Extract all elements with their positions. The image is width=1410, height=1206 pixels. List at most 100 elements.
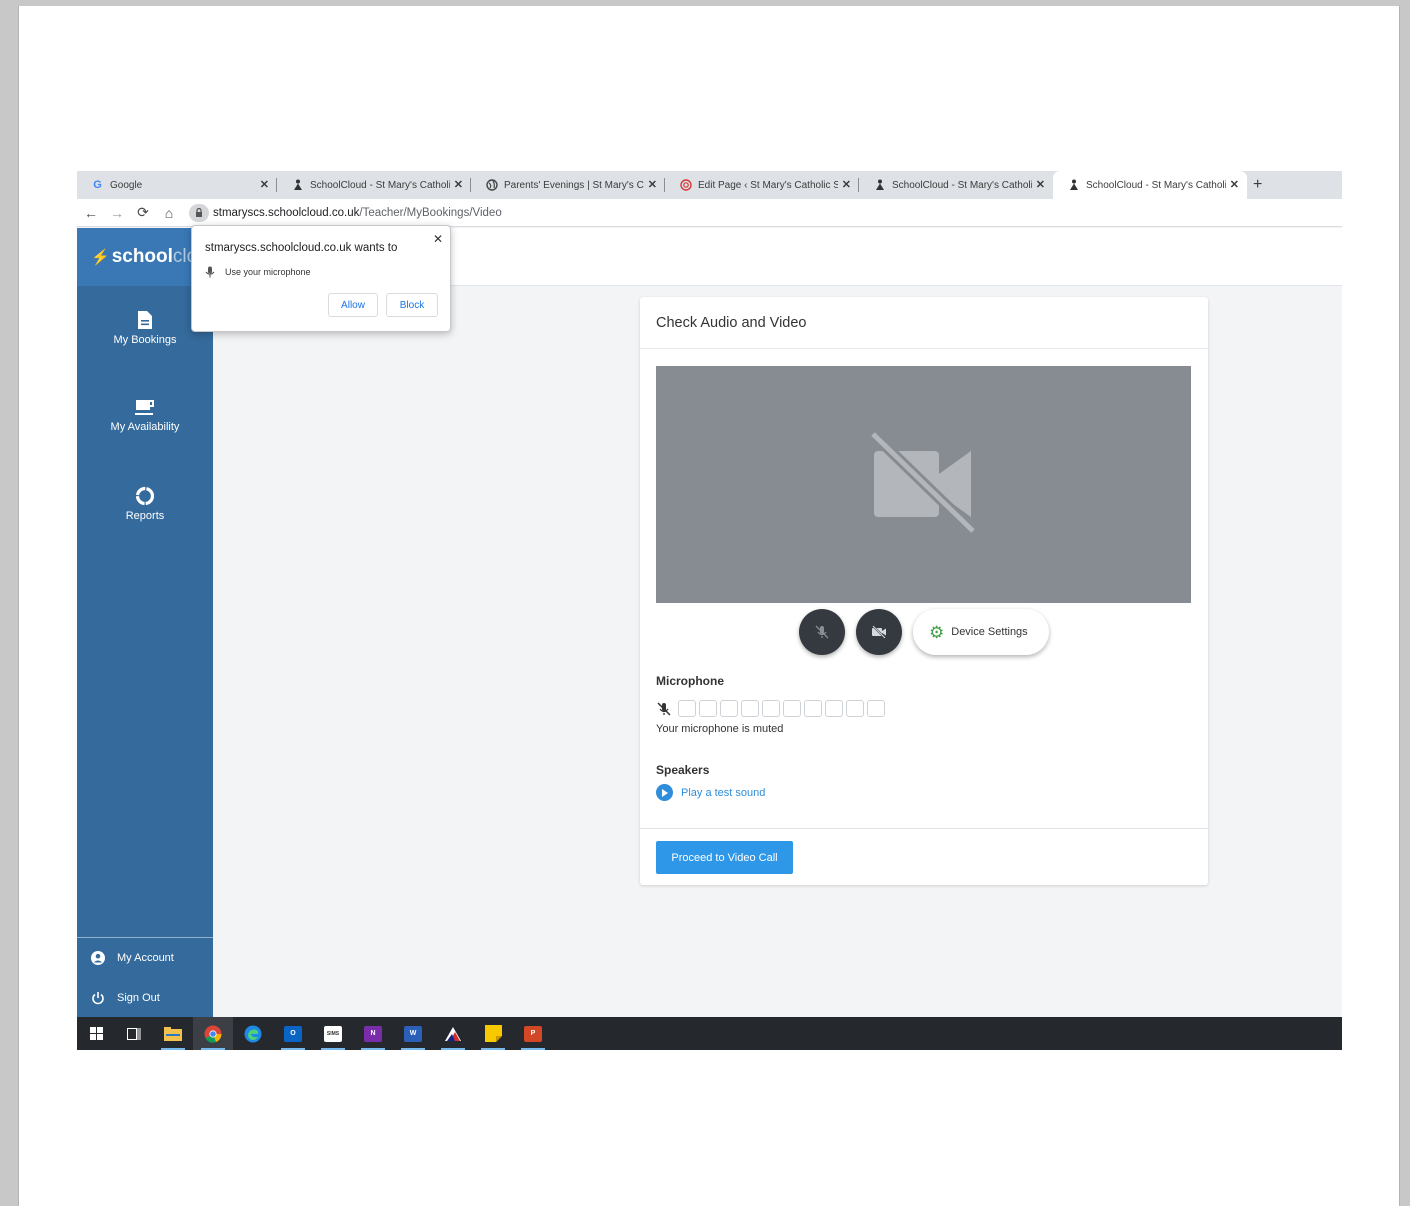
card-title: Check Audio and Video: [656, 315, 807, 331]
reload-icon[interactable]: ⟳: [131, 204, 155, 221]
start-icon[interactable]: [77, 1017, 115, 1050]
lock-icon[interactable]: [189, 203, 209, 222]
video-preview: [656, 366, 1191, 603]
globe-icon: [485, 179, 498, 192]
close-icon[interactable]: ✕: [433, 232, 443, 246]
microphone-icon: [205, 266, 215, 278]
tab-parents-evenings[interactable]: Parents' Evenings | St Mary's Cath ✕: [471, 171, 665, 199]
sign-out-link[interactable]: Sign Out: [77, 978, 213, 1018]
tab-schoolcloud-2[interactable]: SchoolCloud - St Mary's Catholic ✕: [859, 171, 1053, 199]
tab-strip: G Google ✕ SchoolCloud - St Mary's Catho…: [77, 171, 1342, 199]
play-test-sound-link[interactable]: Play a test sound: [656, 784, 765, 801]
google-icon: G: [93, 179, 102, 191]
tab-title: Parents' Evenings | St Mary's Cath: [504, 179, 644, 191]
edge-icon[interactable]: [233, 1017, 273, 1050]
sidebar-item-reports[interactable]: Reports: [77, 486, 213, 522]
microphone-permission-popup: stmaryscs.schoolcloud.co.uk wants to ✕ U…: [191, 225, 451, 332]
chrome-icon[interactable]: [193, 1017, 233, 1050]
level-box: [825, 700, 843, 717]
donut-chart-icon: [135, 486, 155, 506]
level-box: [867, 700, 885, 717]
sidebar-item-label: My Availability: [110, 421, 180, 433]
device-settings-button[interactable]: ⚙ Device Settings: [913, 609, 1049, 655]
onenote-icon[interactable]: N: [353, 1017, 393, 1050]
microphone-off-icon: [815, 625, 829, 639]
powerpoint-icon[interactable]: P: [513, 1017, 553, 1050]
document-icon: [138, 311, 152, 329]
close-tab-icon[interactable]: ✕: [648, 178, 657, 191]
tab-edit-page[interactable]: Edit Page ‹ St Mary's Catholic Sch ✕: [665, 171, 859, 199]
mute-microphone-button[interactable]: [799, 609, 845, 655]
coffee-cup-icon: [135, 400, 154, 415]
permission-request: Use your microphone: [205, 266, 311, 278]
url-path: /Teacher/MyBookings/Video: [359, 206, 502, 219]
schoolcloud-icon: [291, 179, 304, 192]
sidebar-item-label: My Bookings: [113, 334, 177, 346]
tab-schoolcloud-1[interactable]: SchoolCloud - St Mary's Catholic ✕: [277, 171, 471, 199]
camera-off-icon: [869, 430, 977, 535]
tab-title: SchoolCloud - St Mary's Catholic: [310, 179, 450, 191]
my-account-link[interactable]: My Account: [77, 938, 213, 978]
sidebar: ⚡schoolclou My Bookings My Availability …: [77, 228, 213, 1017]
word-icon[interactable]: W: [393, 1017, 433, 1050]
close-tab-icon[interactable]: ✕: [842, 178, 851, 191]
toggle-camera-button[interactable]: [856, 609, 902, 655]
forward-arrow-icon[interactable]: →: [105, 205, 129, 221]
close-tab-icon[interactable]: ✕: [1230, 178, 1239, 191]
outlook-icon[interactable]: O: [273, 1017, 313, 1050]
tab-google[interactable]: G Google ✕: [77, 171, 277, 199]
schoolcloud-icon: [873, 179, 886, 192]
level-boxes: [678, 700, 888, 717]
file-explorer-icon[interactable]: [153, 1017, 193, 1050]
app-icon[interactable]: [433, 1017, 473, 1050]
level-box: [846, 700, 864, 717]
level-box: [804, 700, 822, 717]
address-bar[interactable]: stmaryscs.schoolcloud.co.uk/Teacher/MyBo…: [189, 202, 1342, 224]
sims-icon[interactable]: SIMS: [313, 1017, 353, 1050]
gear-icon: ⚙: [929, 622, 945, 642]
tab-title: Edit Page ‹ St Mary's Catholic Sch: [698, 179, 838, 191]
tab-schoolcloud-active[interactable]: SchoolCloud - St Mary's Catholic ✕: [1053, 171, 1247, 199]
popup-title: stmaryscs.schoolcloud.co.uk wants to: [205, 242, 398, 254]
back-arrow-icon[interactable]: ←: [79, 205, 103, 221]
home-icon[interactable]: ⌂: [157, 205, 181, 221]
new-tab-icon[interactable]: +: [1253, 176, 1262, 194]
level-box: [699, 700, 717, 717]
level-box: [741, 700, 759, 717]
screenshot: G Google ✕ SchoolCloud - St Mary's Catho…: [77, 171, 1342, 1050]
tab-title: Google: [110, 179, 143, 191]
block-button[interactable]: Block: [386, 293, 438, 317]
level-box: [720, 700, 738, 717]
sidebar-item-my-availability[interactable]: My Availability: [77, 399, 213, 433]
sidebar-bottom: My Account Sign Out: [77, 937, 213, 1018]
microphone-muted-icon: [657, 701, 671, 716]
play-icon: [656, 784, 673, 801]
microphone-level-meter: [656, 700, 888, 717]
level-box: [762, 700, 780, 717]
browser-toolbar: ← → ⟳ ⌂ stmaryscs.schoolcloud.co.uk/Teac…: [77, 199, 1342, 227]
tab-title: SchoolCloud - St Mary's Catholic: [892, 179, 1032, 191]
proceed-to-video-call-button[interactable]: Proceed to Video Call: [656, 841, 793, 874]
microphone-status-text: Your microphone is muted: [656, 723, 784, 735]
level-box: [783, 700, 801, 717]
speakers-heading: Speakers: [656, 763, 710, 777]
check-audio-video-card: Check Audio and Video ⚙ Device Settings …: [640, 297, 1208, 885]
level-box: [678, 700, 696, 717]
schoolcloud-icon: [1067, 179, 1080, 192]
power-icon: [91, 991, 105, 1005]
sidebar-item-label: Reports: [125, 510, 165, 522]
tab-title: SchoolCloud - St Mary's Catholic: [1086, 179, 1226, 191]
sticky-notes-icon[interactable]: [473, 1017, 513, 1050]
camera-off-icon: [872, 625, 886, 639]
allow-button[interactable]: Allow: [328, 293, 378, 317]
bolt-icon: ⚡: [91, 249, 110, 266]
microphone-heading: Microphone: [656, 674, 724, 688]
user-circle-icon: [91, 951, 105, 965]
url-host: stmaryscs.schoolcloud.co.uk: [213, 206, 360, 219]
close-tab-icon[interactable]: ✕: [1036, 178, 1045, 191]
close-tab-icon[interactable]: ✕: [260, 178, 269, 191]
close-tab-icon[interactable]: ✕: [454, 178, 463, 191]
task-view-icon[interactable]: [115, 1017, 153, 1050]
wordpress-icon: [679, 179, 692, 192]
windows-taskbar: O SIMS N W P: [77, 1017, 1342, 1050]
